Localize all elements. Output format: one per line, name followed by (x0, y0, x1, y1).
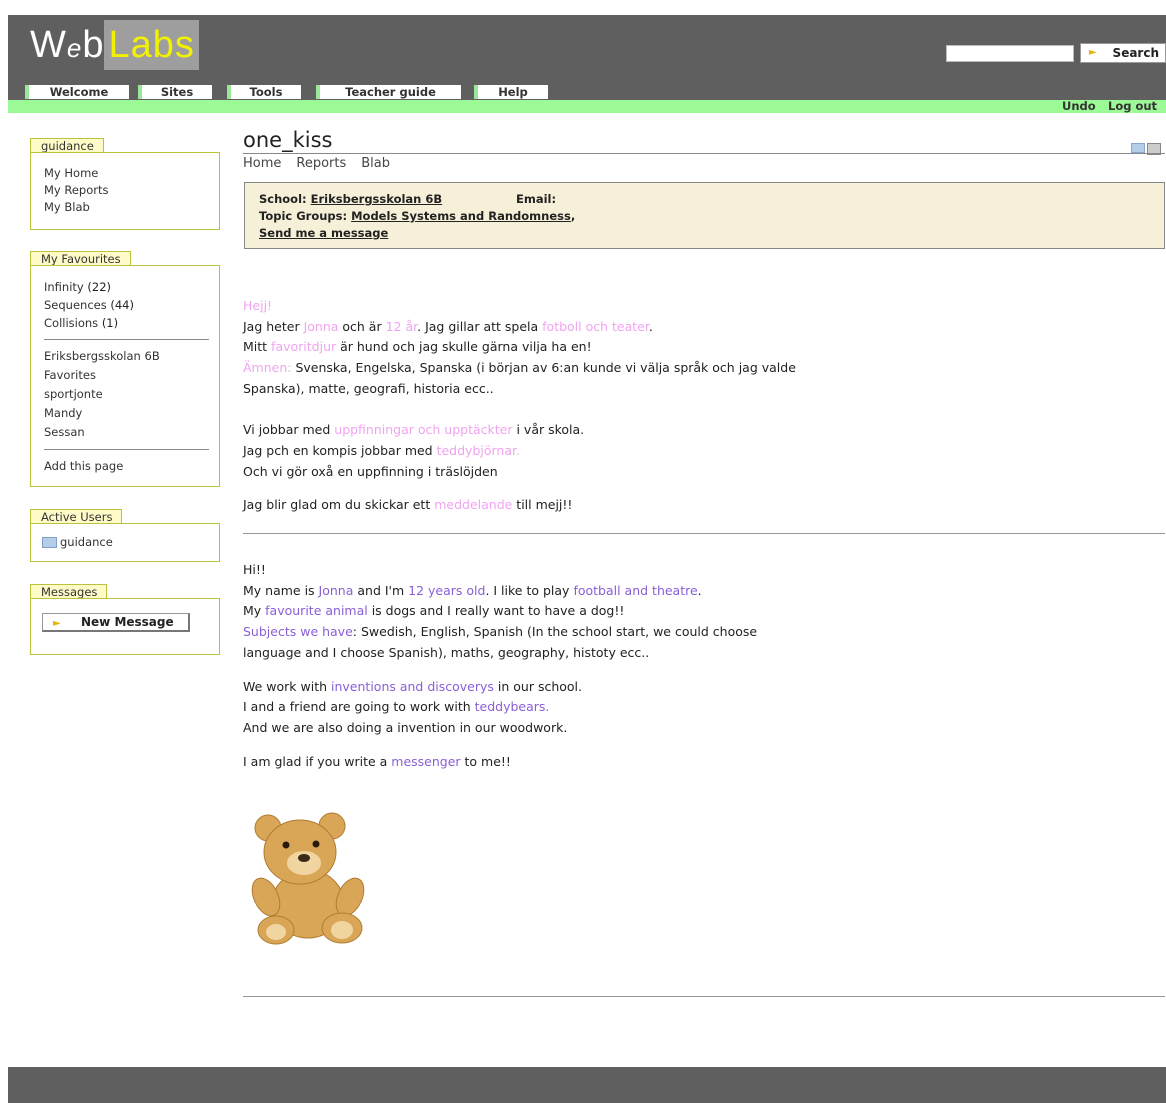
tab-help[interactable]: Help (474, 85, 548, 99)
link-purple[interactable]: messenger (391, 754, 460, 769)
school-link[interactable]: Eriksbergsskolan 6B (311, 192, 443, 206)
header: Web Labs ► Search Welcome Sites Tools Tea… (8, 15, 1166, 113)
link-pink[interactable]: fotboll och teater (542, 319, 649, 334)
text-line: Subjects we have: Swedish, English, Span… (243, 624, 758, 640)
blab-content: Hejj! Jag heter Jonna och är 12 år. Jag … (243, 296, 1163, 772)
favourite-collisions[interactable]: Collisions (1) (31, 314, 219, 332)
link-purple[interactable]: 12 years old (408, 583, 485, 598)
text-line: Ämnen: Svenska, Engelska, Spanska (i bör… (243, 360, 796, 376)
text-line: My name is Jonna and I'm 12 years old. I… (243, 582, 702, 598)
add-this-page-link[interactable]: Add this page (31, 457, 219, 475)
undo-link[interactable]: Undo (1062, 100, 1096, 113)
topic-groups-row: Topic Groups: Models Systems and Randomn… (259, 209, 576, 223)
send-message-link[interactable]: Send me a message (259, 226, 388, 240)
favourite-eriksbergsskolan[interactable]: Eriksbergsskolan 6B (31, 347, 219, 366)
mail-icon (42, 537, 57, 548)
weblabs-logo[interactable]: Web Labs (30, 20, 199, 70)
arrow-right-icon: ► (53, 618, 61, 629)
profile-info-box: School: Eriksbergsskolan 6B Email: Topic… (244, 182, 1165, 249)
link-pink[interactable]: 12 år (386, 319, 418, 334)
school-row: School: Eriksbergsskolan 6B (259, 192, 443, 206)
favourites-box: Infinity (22) Sequences (44) Collisions … (30, 265, 220, 487)
link-purple[interactable]: teddybears. (475, 699, 550, 714)
favourite-favorites[interactable]: Favorites (31, 366, 219, 385)
link-pink[interactable]: meddelande (434, 497, 512, 512)
link-purple[interactable]: inventions and discoverys (331, 679, 494, 694)
email-label: Email: (516, 192, 557, 206)
greeting-english: Hi!! (243, 562, 266, 578)
link-pink[interactable]: Jonna (304, 319, 339, 334)
teddy-bear-image (251, 812, 365, 945)
footer (8, 1067, 1166, 1103)
my-reports-link[interactable]: My Reports (31, 182, 219, 199)
messages-box: ► New Message (30, 598, 220, 655)
text-line: language and I choose Spanish), maths, g… (243, 644, 650, 660)
divider (44, 339, 209, 340)
email-page-icon[interactable] (1131, 143, 1145, 153)
logout-link[interactable]: Log out (1108, 100, 1157, 113)
text-line: Jag blir glad om du skickar ett meddelan… (243, 497, 573, 513)
favourite-infinity[interactable]: Infinity (22) (31, 278, 219, 296)
text-line: Mitt favoritdjur är hund och jag skulle … (243, 339, 592, 355)
link-pink[interactable]: favoritdjur (271, 339, 336, 354)
favourite-sequences[interactable]: Sequences (44) (31, 296, 219, 314)
link-purple[interactable]: favourite animal (265, 603, 368, 618)
subnav-home[interactable]: Home (243, 156, 281, 171)
subnav-blab[interactable]: Blab (361, 156, 390, 171)
search-input[interactable] (946, 45, 1074, 62)
link-purple[interactable]: Jonna (319, 583, 354, 598)
link-pink[interactable]: teddybjörnar. (437, 443, 520, 458)
text-line: Jag heter Jonna och är 12 år. Jag gillar… (243, 318, 653, 334)
text-line: And we are also doing a invention in our… (243, 719, 568, 735)
text-line: Och vi gör oxå en uppfinning i träslöjde… (243, 463, 498, 479)
active-user-guidance[interactable]: guidance (31, 524, 219, 551)
tab-welcome[interactable]: Welcome (25, 85, 129, 99)
text-line: I am glad if you write a messenger to me… (243, 753, 511, 769)
sub-navigation: Home Reports Blab (243, 156, 405, 171)
divider (243, 153, 1165, 154)
arrow-right-icon: ► (1089, 47, 1097, 58)
favourite-sessan[interactable]: Sessan (31, 423, 219, 442)
active-users-box: guidance (30, 523, 220, 562)
my-home-link[interactable]: My Home (31, 165, 219, 182)
new-message-button[interactable]: ► New Message (42, 613, 190, 632)
text-line: Spanska), matte, geografi, historia ecc.… (243, 380, 494, 396)
text-line: Vi jobbar med uppfinningar och upptäckte… (243, 422, 585, 438)
text-line: We work with inventions and discoverys i… (243, 678, 582, 694)
tab-sites[interactable]: Sites (138, 85, 212, 99)
favourite-sportjonte[interactable]: sportjonte (31, 385, 219, 404)
subnav-reports[interactable]: Reports (296, 156, 346, 171)
search-button[interactable]: ► Search (1080, 43, 1166, 63)
action-bar: Undo Log out (8, 100, 1166, 113)
page-tools (1131, 138, 1161, 157)
guidance-box: My Home My Reports My Blab (30, 152, 220, 230)
link-pink[interactable]: Ämnen: (243, 360, 291, 375)
link-purple[interactable]: football and theatre (573, 583, 697, 598)
divider (44, 449, 209, 450)
my-blab-link[interactable]: My Blab (31, 199, 219, 216)
divider (243, 996, 1165, 997)
divider (243, 533, 1165, 534)
favourite-mandy[interactable]: Mandy (31, 404, 219, 423)
page-title: one_kiss (243, 128, 333, 152)
text-line: Jag pch en kompis jobbar med teddybjörna… (243, 442, 520, 458)
text-line: My favourite animal is dogs and I really… (243, 603, 625, 619)
text-line: I and a friend are going to work with te… (243, 699, 550, 715)
tab-tools[interactable]: Tools (227, 85, 301, 99)
topic-group-link[interactable]: Models Systems and Randomness (351, 209, 571, 223)
link-purple[interactable]: Subjects we have (243, 624, 353, 639)
tab-teacher-guide[interactable]: Teacher guide (316, 85, 461, 99)
greeting-swedish: Hejj! (243, 298, 273, 313)
link-pink[interactable]: uppfinningar och upptäckter (334, 422, 512, 437)
